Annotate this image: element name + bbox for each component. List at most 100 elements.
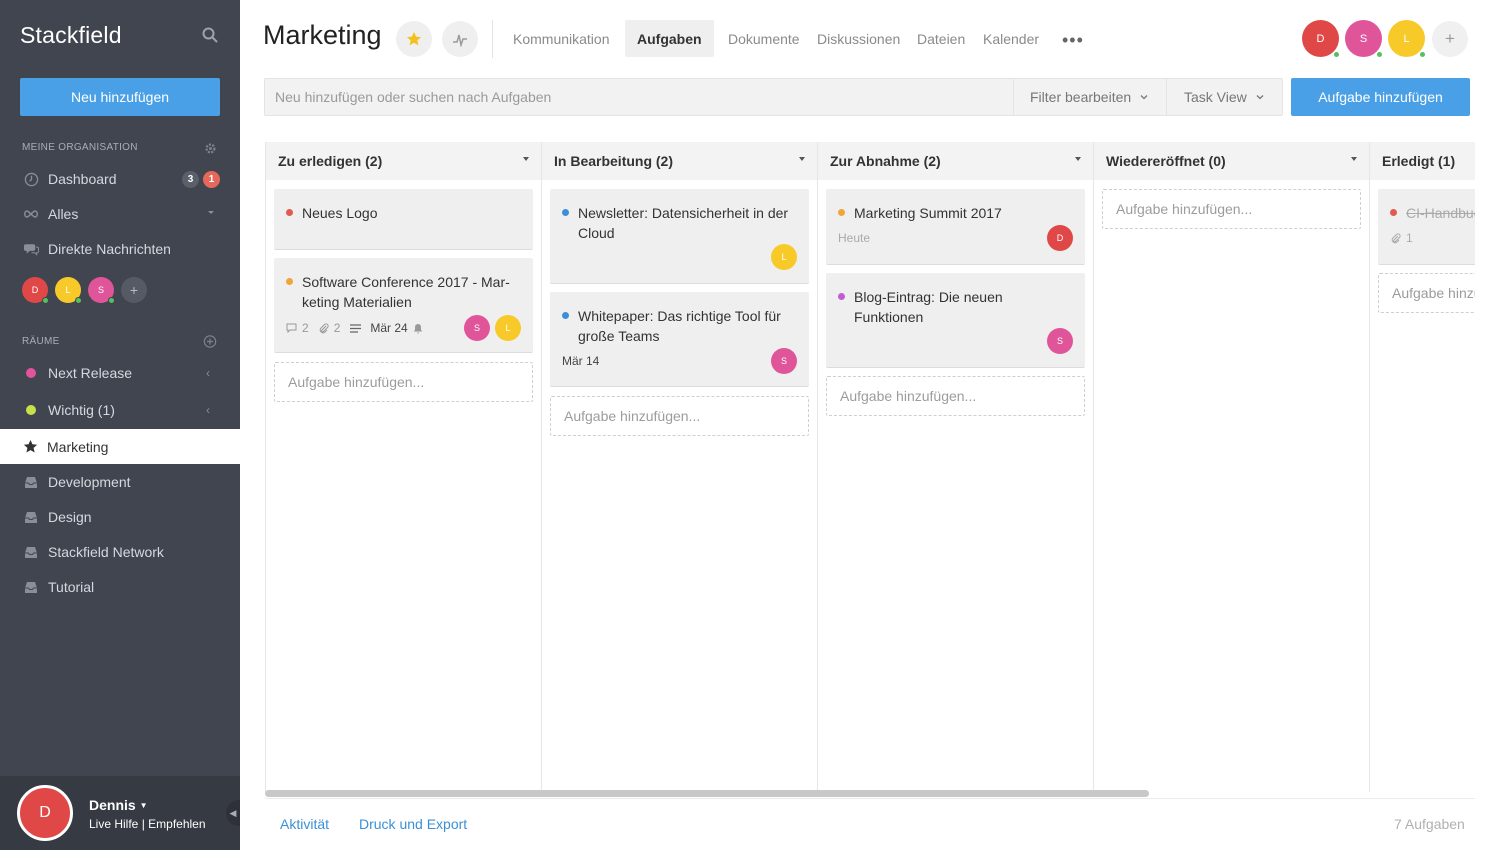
status-dot <box>562 209 569 216</box>
task-search-input[interactable] <box>264 78 1014 116</box>
assignee-avatar[interactable]: S <box>464 315 490 341</box>
column-title: In Bearbeitung (2) <box>554 153 674 169</box>
contact-avatar-l[interactable]: L <box>55 277 82 304</box>
room-item-wichtig[interactable]: Wichtig (1) ‹ <box>0 394 240 426</box>
assignee-avatar[interactable]: L <box>495 315 521 341</box>
add-member-button[interactable]: + <box>1432 21 1468 57</box>
more-options-icon[interactable]: ••• <box>1062 30 1084 51</box>
add-task-field[interactable]: Aufgabe hinzufügen... <box>1378 273 1475 313</box>
contact-avatar-d[interactable]: D <box>22 277 49 304</box>
status-dot <box>838 293 845 300</box>
tab-dateien[interactable]: Dateien <box>917 20 965 57</box>
avatar-initial: L <box>781 252 787 262</box>
gear-icon[interactable] <box>203 141 217 155</box>
assignee-avatar[interactable]: S <box>771 348 797 374</box>
column-review: Zur Abnahme (2) Marketing Summit 2017 He… <box>817 142 1093 792</box>
status-dot <box>286 209 293 216</box>
add-room-icon[interactable] <box>203 334 217 348</box>
member-avatar-d[interactable]: D <box>1302 20 1340 58</box>
task-card[interactable]: Newsletter: Datensicherheit in der Cloud… <box>550 189 809 284</box>
sidebar-item-direct-messages[interactable]: Direkte Nachrichten <box>0 233 240 265</box>
brand-logo: Stackfield <box>20 22 122 48</box>
assignee-avatar[interactable]: S <box>1047 328 1073 354</box>
filter-dropdown[interactable]: Filter bearbeiten <box>1013 78 1167 116</box>
tab-diskussionen[interactable]: Diskussionen <box>817 20 900 57</box>
task-count: 7 Aufgaben <box>1394 816 1465 832</box>
task-title: Newsletter: Datensicherheit in der Cloud <box>578 205 789 241</box>
online-indicator <box>108 297 115 304</box>
task-card[interactable]: Blog-Eintrag: Die neuen Funktionen S <box>826 273 1085 368</box>
horizontal-scrollbar[interactable] <box>265 790 1149 797</box>
add-task-field[interactable]: Aufgabe hinzufügen... <box>826 376 1085 416</box>
column-title: Erledigt (1) <box>1382 153 1456 169</box>
help-links[interactable]: Live Hilfe | Empfehlen <box>89 817 206 831</box>
task-card[interactable]: CI-Handbuch 1 <box>1378 189 1475 265</box>
due-date: Mär 14 <box>562 354 600 368</box>
rooms-section-title: Räume <box>22 336 60 347</box>
add-task-button[interactable]: Aufgabe hinzufügen <box>1291 78 1470 116</box>
avatar-initial: S <box>1056 336 1063 346</box>
assignee-avatar[interactable]: D <box>1047 225 1073 251</box>
sidebar: Stackfield Neu hinzufügen Meine Organisa… <box>0 0 240 850</box>
description-icon <box>350 323 362 333</box>
column-menu-icon[interactable] <box>523 157 529 161</box>
pulse-icon <box>453 34 467 47</box>
new-item-button[interactable]: Neu hinzufügen <box>20 78 220 116</box>
status-dot <box>1390 209 1397 216</box>
room-item-tutorial[interactable]: Tutorial <box>0 571 240 603</box>
chevron-left-icon[interactable]: ‹ <box>206 366 210 380</box>
column-menu-icon[interactable] <box>1351 157 1357 161</box>
task-card[interactable]: Software Conference 2017 - Mar-keting Ma… <box>274 258 533 353</box>
add-task-field[interactable]: Aufgabe hinzufügen... <box>550 396 809 436</box>
add-contact-button[interactable]: + <box>121 277 147 303</box>
activity-button[interactable] <box>442 21 478 57</box>
sidebar-item-all[interactable]: Alles <box>0 198 240 230</box>
chat-bubbles-icon <box>23 241 39 257</box>
user-avatar[interactable]: D <box>17 785 73 841</box>
member-avatar-s[interactable]: S <box>1345 20 1383 58</box>
attachment-count: 1 <box>1406 231 1413 245</box>
user-menu[interactable]: Dennis ▼ <box>89 797 148 813</box>
tab-kommunikation[interactable]: Kommunikation <box>513 20 610 57</box>
task-card[interactable]: Neues Logo <box>274 189 533 250</box>
chevron-left-icon[interactable]: ‹ <box>206 403 210 417</box>
add-task-field[interactable]: Aufgabe hinzufügen... <box>1102 189 1361 229</box>
task-title: Blog-Eintrag: Die neuen Funktionen <box>854 289 1003 325</box>
room-item-next-release[interactable]: Next Release ‹ <box>0 357 240 389</box>
add-task-field[interactable]: Aufgabe hinzufügen... <box>274 362 533 402</box>
comment-icon <box>286 323 297 333</box>
favorite-star-button[interactable] <box>396 21 432 57</box>
status-dot <box>838 209 845 216</box>
view-dropdown[interactable]: Task View <box>1166 78 1283 116</box>
member-avatar-l[interactable]: L <box>1388 20 1426 58</box>
paperclip-icon <box>1391 232 1401 243</box>
room-item-development[interactable]: Development <box>0 466 240 498</box>
comment-count: 2 <box>302 321 309 335</box>
status-dot <box>286 278 293 285</box>
sidebar-item-label: Direkte Nachrichten <box>48 241 171 257</box>
room-label: Stackfield Network <box>48 544 164 560</box>
room-item-stackfield-network[interactable]: Stackfield Network <box>0 536 240 568</box>
room-label: Next Release <box>48 365 133 381</box>
task-card[interactable]: Marketing Summit 2017 Heute D <box>826 189 1085 265</box>
tab-aufgaben[interactable]: Aufgaben <box>625 20 714 57</box>
print-export-link[interactable]: Druck und Export <box>359 816 467 832</box>
room-label: Wichtig (1) <box>48 402 115 418</box>
dropdown-caret-icon[interactable] <box>208 211 214 214</box>
assignee-avatar[interactable]: L <box>771 244 797 270</box>
activity-link[interactable]: Aktivität <box>280 816 329 832</box>
contact-avatar-s[interactable]: S <box>88 277 115 304</box>
sidebar-item-dashboard[interactable]: Dashboard 3 1 <box>0 163 240 195</box>
room-item-marketing[interactable]: Marketing <box>0 429 240 464</box>
room-item-design[interactable]: Design <box>0 501 240 533</box>
tab-kalender[interactable]: Kalender <box>983 20 1039 57</box>
column-menu-icon[interactable] <box>1075 157 1081 161</box>
column-reopened: Wiedereröffnet (0) Aufgabe hinzufügen... <box>1093 142 1369 792</box>
task-title: Neues Logo <box>302 205 378 221</box>
search-icon[interactable] <box>202 27 218 43</box>
tab-dokumente[interactable]: Dokumente <box>728 20 800 57</box>
avatar-initial: S <box>780 356 787 366</box>
room-label: Design <box>48 509 92 525</box>
task-card[interactable]: Whitepaper: Das richtige Tool für große … <box>550 292 809 387</box>
column-menu-icon[interactable] <box>799 157 805 161</box>
